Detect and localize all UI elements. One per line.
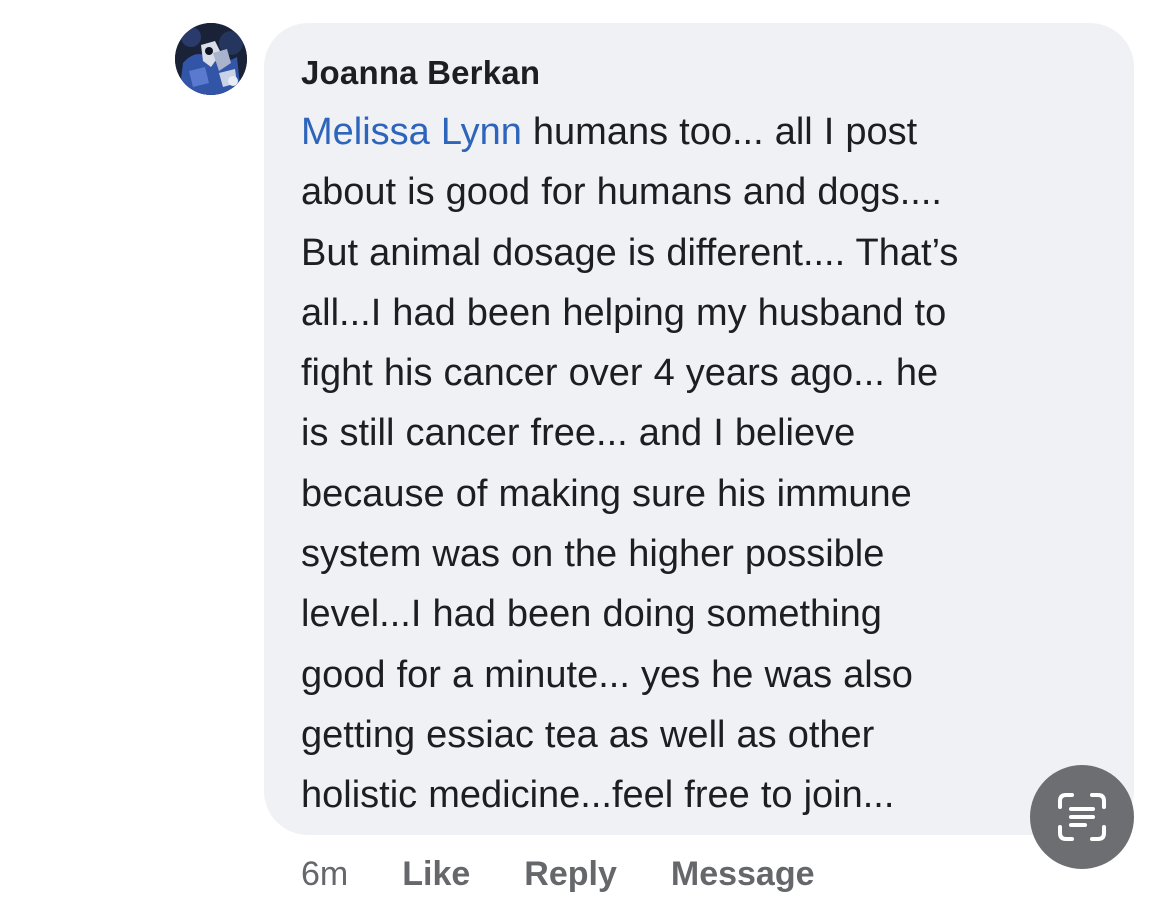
live-text-button[interactable]: [1030, 765, 1134, 869]
comment-bubble: Joanna Berkan Melissa Lynn humans too...…: [264, 23, 1134, 835]
comment-text: Melissa Lynn humans too... all I post ab…: [301, 102, 1098, 826]
reply-button[interactable]: Reply: [524, 855, 617, 894]
mention-link[interactable]: Melissa Lynn: [301, 111, 522, 153]
comment-author[interactable]: Joanna Berkan: [301, 53, 1098, 93]
text-scan-icon: [1058, 793, 1106, 841]
avatar-image: [175, 23, 247, 95]
like-button[interactable]: Like: [402, 855, 470, 894]
avatar[interactable]: [175, 23, 247, 95]
message-button[interactable]: Message: [671, 855, 815, 894]
comment-actions: 6m Like Reply Message: [301, 852, 815, 896]
comment-body: humans too... all I post about is good f…: [301, 111, 959, 817]
comment-timestamp: 6m: [301, 854, 349, 893]
